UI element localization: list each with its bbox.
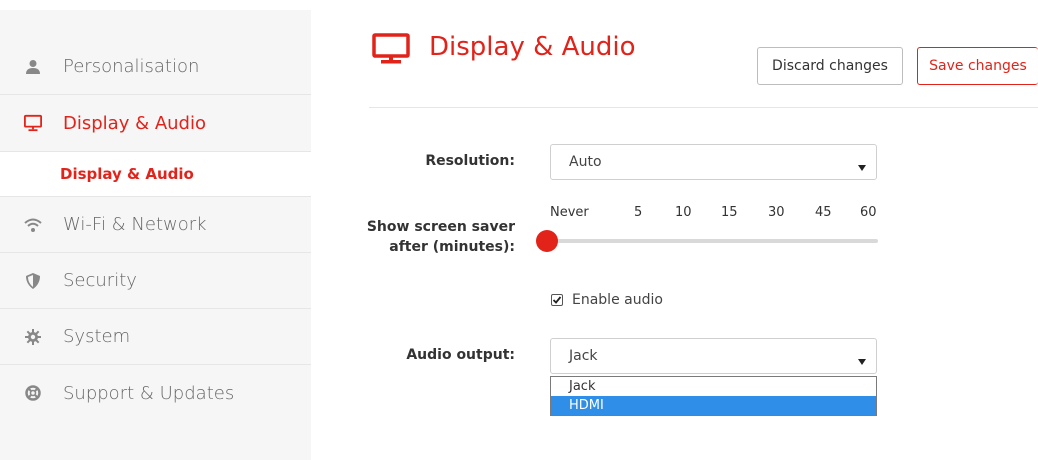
tick-45: 45	[815, 205, 832, 220]
sidebar-item-label: Display & Audio	[63, 112, 206, 134]
sidebar-item-label: Wi-Fi & Network	[63, 214, 207, 235]
tick-60: 60	[860, 205, 877, 220]
sidebar-item-security[interactable]: Security	[0, 253, 311, 309]
resolution-select[interactable]: Auto	[550, 144, 877, 180]
sidebar-subitem-label: Display & Audio	[60, 165, 194, 183]
screensaver-label-line1: Show screen saver	[366, 219, 515, 235]
screensaver-slider-track[interactable]	[548, 239, 878, 243]
audio-option-hdmi[interactable]: HDMI	[551, 396, 876, 415]
sidebar-item-system[interactable]: System	[0, 309, 311, 365]
resolution-value: Auto	[569, 154, 602, 170]
sidebar-item-personalisation[interactable]: Personalisation	[0, 39, 311, 95]
slider-tick-labels: Never 5 10 15 30 45 60	[550, 205, 880, 223]
screensaver-slider-thumb[interactable]	[536, 230, 558, 252]
audio-option-jack[interactable]: Jack	[551, 377, 876, 396]
header-divider	[369, 107, 1038, 108]
sidebar-item-support-updates[interactable]: Support & Updates	[0, 365, 311, 421]
audio-output-label: Audio output:	[406, 347, 515, 363]
page-title: Display & Audio	[429, 32, 636, 62]
person-icon	[24, 58, 42, 76]
enable-audio-checkbox-row[interactable]: Enable audio	[551, 291, 663, 309]
tick-15: 15	[721, 205, 738, 220]
sidebar-item-label: Security	[63, 270, 137, 291]
checkmark-icon	[552, 296, 562, 304]
shield-icon	[24, 272, 42, 290]
gear-icon	[24, 328, 42, 346]
discard-changes-button[interactable]: Discard changes	[757, 47, 903, 85]
tick-5: 5	[634, 205, 643, 220]
screensaver-label: Show screen saver after (minutes):	[360, 217, 515, 257]
screensaver-label-line2: after (minutes):	[389, 239, 515, 255]
sidebar: Personalisation Display & Audio Display …	[0, 10, 311, 460]
sidebar-item-label: Personalisation	[63, 56, 200, 77]
sidebar-subitem-display-audio[interactable]: Display & Audio	[0, 151, 311, 197]
audio-output-select[interactable]: Jack	[550, 338, 877, 374]
tick-never: Never	[550, 205, 589, 220]
audio-output-value: Jack	[569, 348, 598, 364]
resolution-label: Resolution:	[425, 153, 515, 169]
enable-audio-label: Enable audio	[572, 292, 663, 308]
tick-10: 10	[675, 205, 692, 220]
save-changes-button[interactable]: Save changes	[917, 47, 1038, 85]
sidebar-item-label: Support & Updates	[63, 382, 235, 404]
sidebar-item-label: System	[63, 326, 131, 347]
audio-output-dropdown-list: Jack HDMI	[550, 376, 877, 416]
caret-down-icon	[858, 353, 866, 369]
wifi-icon	[24, 216, 42, 234]
monitor-icon	[24, 114, 42, 132]
tick-30: 30	[768, 205, 785, 220]
lifebuoy-icon	[24, 384, 42, 402]
sidebar-item-display-audio[interactable]: Display & Audio	[0, 95, 311, 151]
enable-audio-checkbox[interactable]	[551, 294, 563, 306]
sidebar-item-wifi-network[interactable]: Wi-Fi & Network	[0, 197, 311, 253]
caret-down-icon	[858, 159, 866, 175]
monitor-icon	[372, 33, 410, 69]
